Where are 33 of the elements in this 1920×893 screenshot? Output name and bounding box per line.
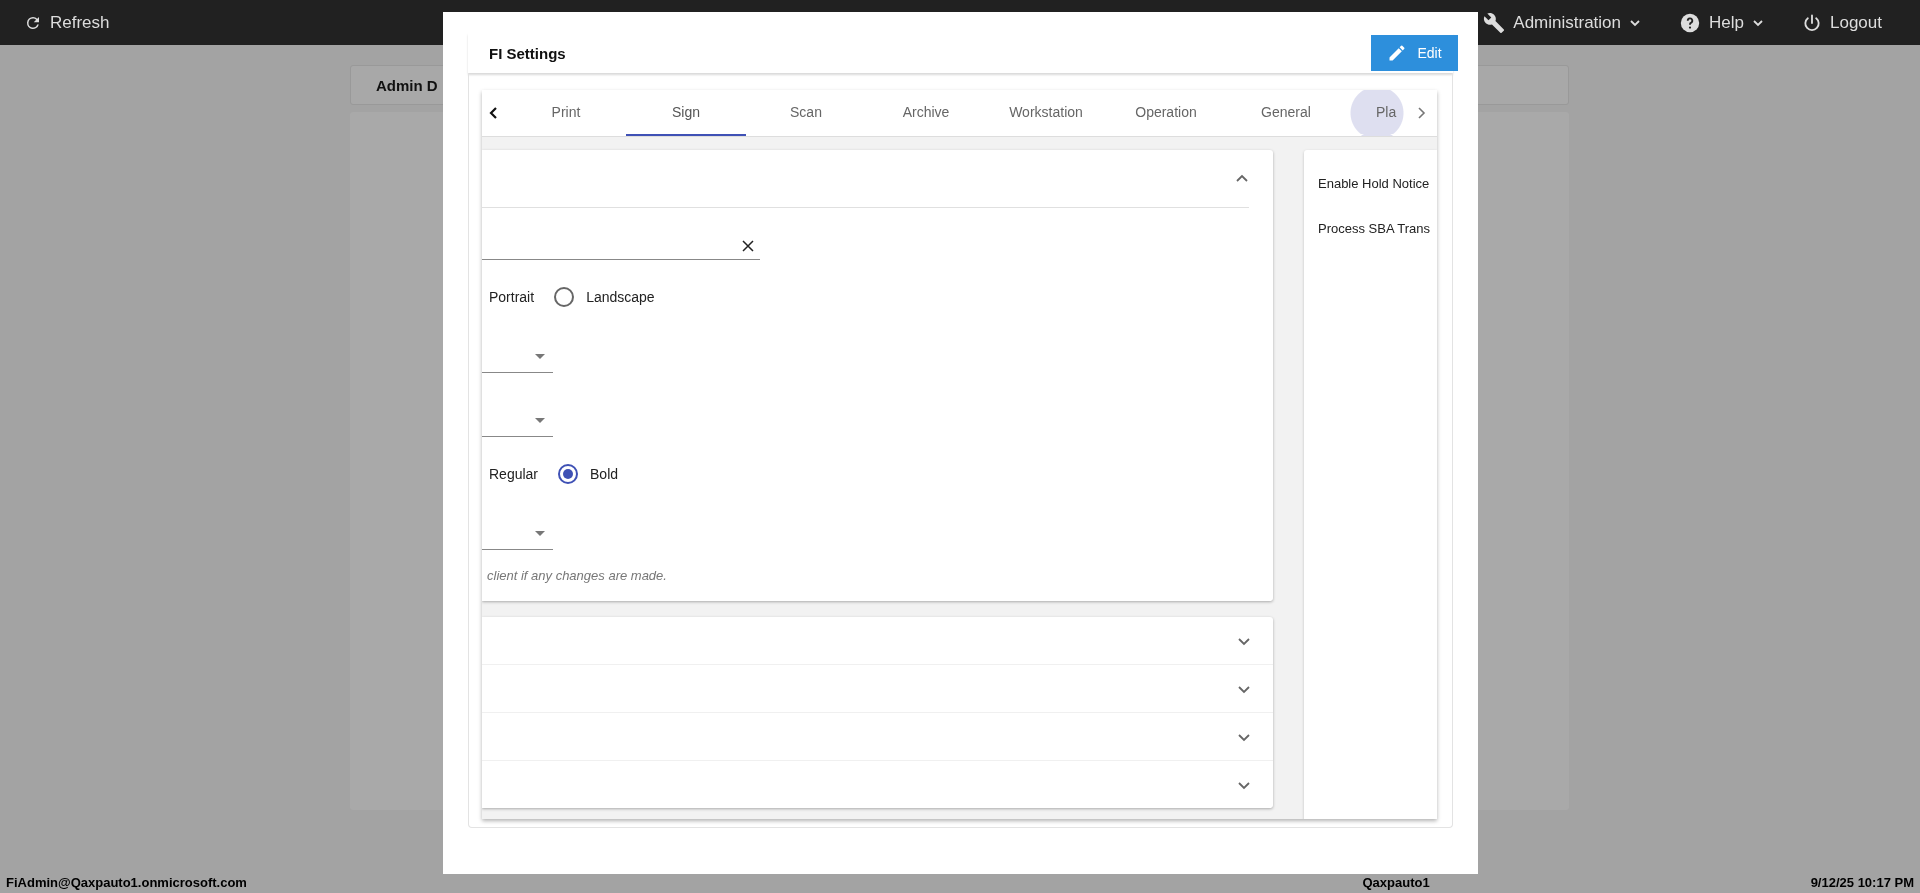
setting-label: Process SBA Trans [1318,221,1431,236]
radio-label: Bold [590,466,619,482]
dropdown-arrow-icon [535,417,545,424]
dialog-title: FI Settings [489,44,566,62]
radio-button[interactable] [558,464,579,484]
user-email: FiAdmin@Qaxpauto1.onmicrosoft.com [6,875,247,890]
radio-button[interactable] [554,287,575,307]
tab[interactable]: Scan [746,90,866,136]
radio-label: Landscape [586,289,655,305]
help-icon [1679,11,1702,34]
note-text: client if any changes are made. [486,568,668,583]
help-menu[interactable]: Help [1679,11,1764,34]
tab[interactable]: Workstation [986,90,1106,136]
tab[interactable]: Operation [1106,90,1226,136]
dropdown-arrow-icon [535,530,545,537]
tab[interactable]: Archive [866,90,986,136]
dropdown-arrow-icon [535,353,545,360]
date-time: 9/12/25 10:17 PM [1810,875,1914,890]
power-icon [1802,12,1822,33]
tab[interactable]: Print [506,90,626,136]
fi-name: Qaxpauto1 [1362,875,1430,890]
tab[interactable]: General [1226,90,1346,136]
edit-button[interactable]: Edit [1371,35,1458,71]
radio-label: Portrait [489,289,535,305]
logout-button[interactable]: Logout [1802,11,1882,34]
page-title: Admin D [376,76,438,94]
tab[interactable]: Sign [626,90,746,136]
setting-label: Enable Hold Notice [1318,176,1431,191]
administration-menu[interactable]: Administration [1483,11,1642,34]
wrench-icon [1483,11,1506,34]
clear-icon[interactable] [742,239,754,252]
refresh-button[interactable]: Refresh [24,12,110,33]
radio-label: Regular [489,466,539,482]
